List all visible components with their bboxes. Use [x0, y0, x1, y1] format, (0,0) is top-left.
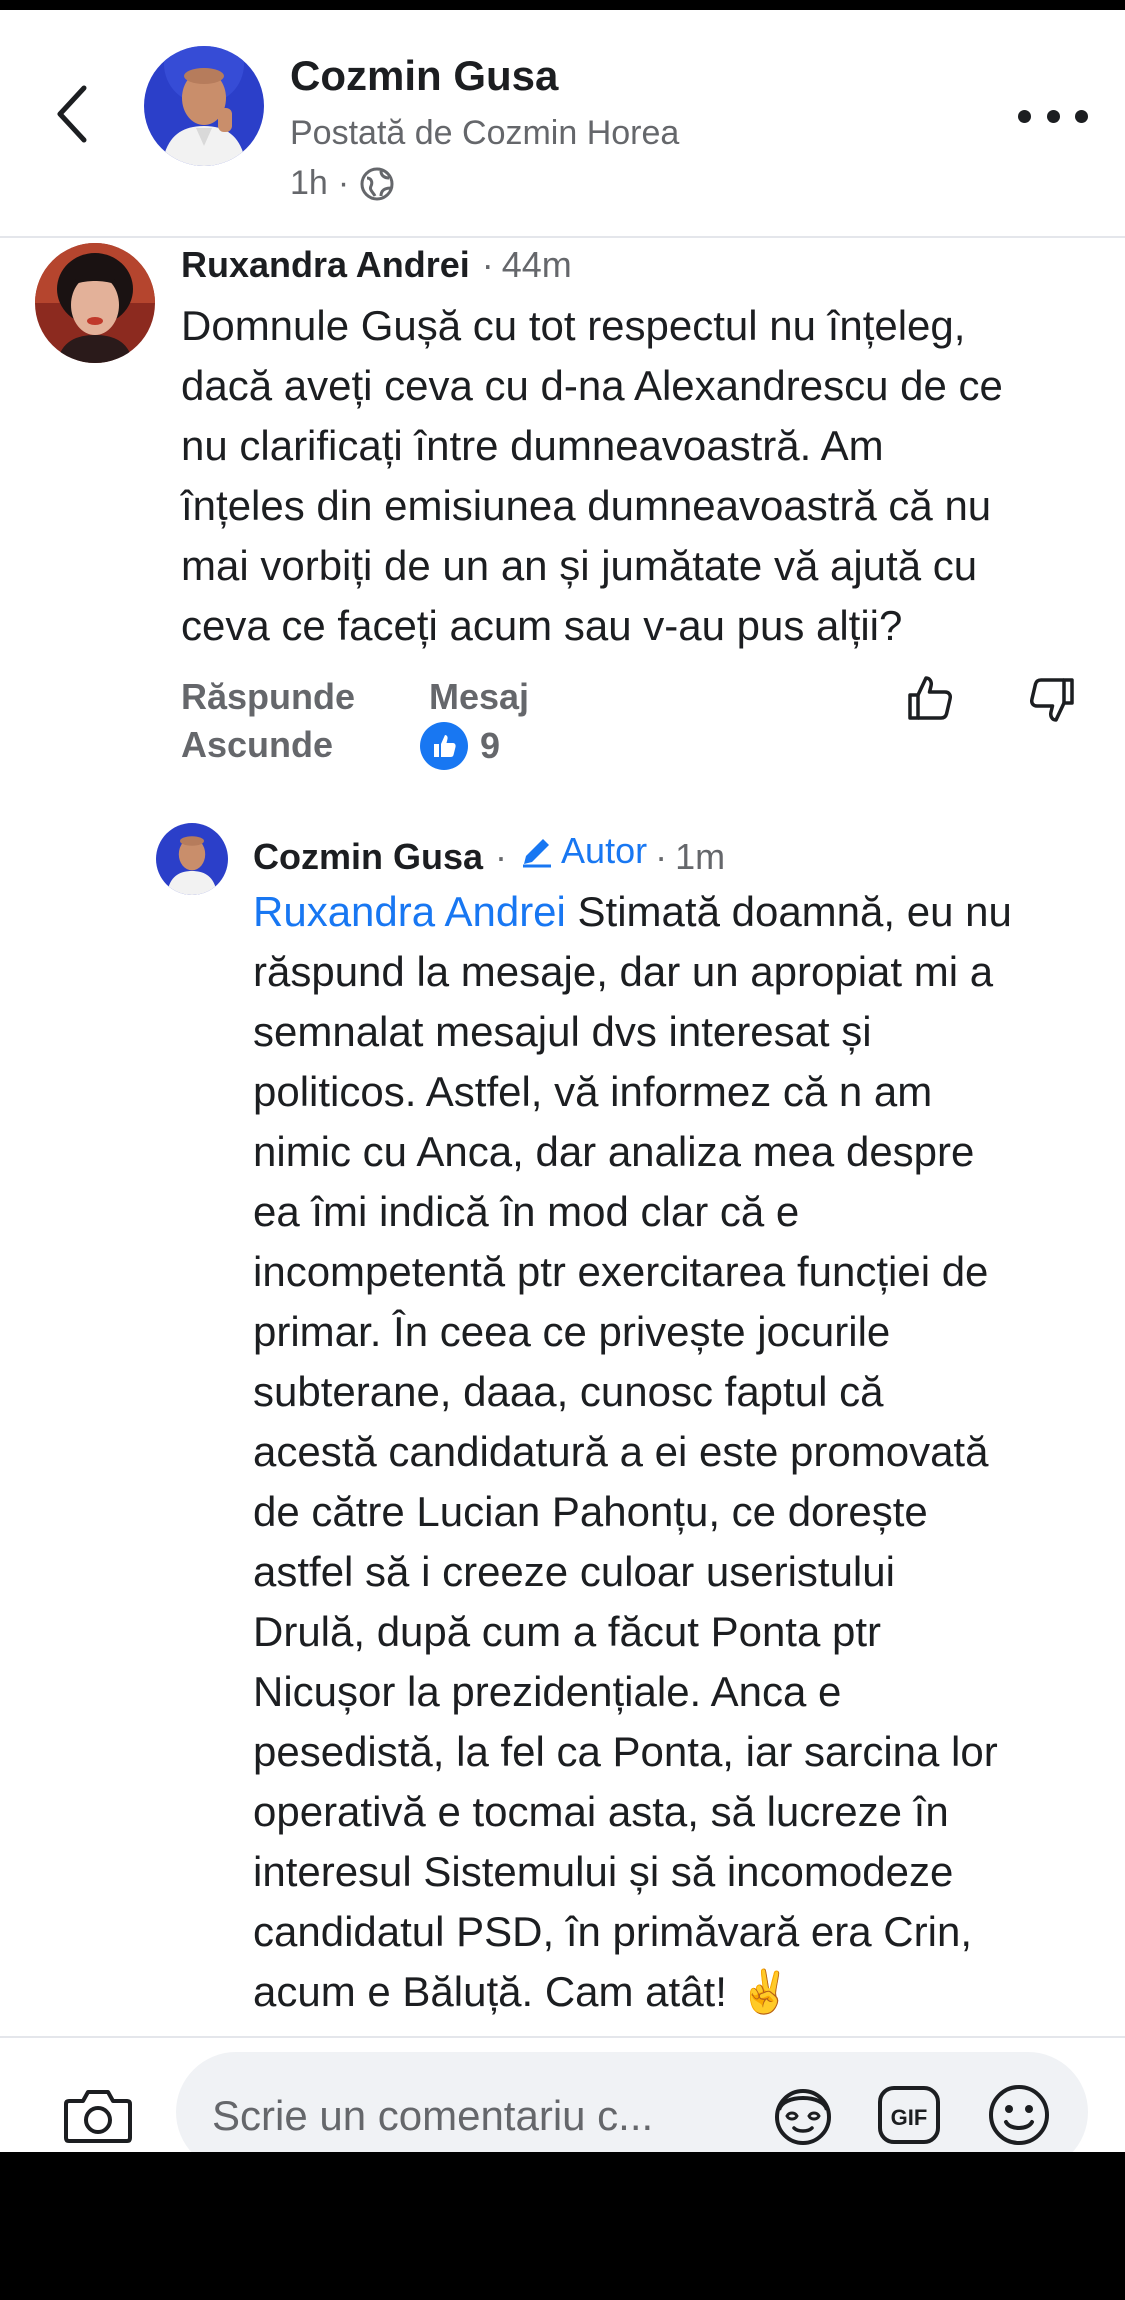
upvote-button[interactable]: [900, 668, 960, 728]
reply-text: Ruxandra Andrei Stimată doamnă, eu nu ră…: [253, 882, 1113, 2022]
meta-separator: ·: [481, 244, 494, 285]
post-author-name[interactable]: Cozmin Gusa: [290, 52, 558, 100]
thumbs-down-icon: [1030, 678, 1074, 722]
more-horizontal-icon: [1018, 109, 1031, 123]
comment-text: Domnule Gușă cu tot respectul nu înțeleg…: [181, 302, 1003, 649]
post-time: 1h: [290, 164, 328, 202]
avatar-sticker-icon: [775, 2089, 831, 2145]
camera-icon: [64, 2090, 132, 2143]
emoji-icon: [989, 2085, 1049, 2145]
post-author-avatar[interactable]: [144, 46, 264, 166]
reaction-summary[interactable]: 9: [420, 722, 500, 770]
reply-author-avatar[interactable]: [156, 823, 228, 895]
pencil-icon: [523, 839, 552, 868]
comment-author-name[interactable]: Ruxandra Andrei: [181, 244, 470, 286]
posted-by-label: Postată de Cozmin Horea: [290, 114, 680, 152]
comment-author-line: Ruxandra Andrei · 44m: [181, 244, 572, 286]
reply-author-name[interactable]: Cozmin Gusa: [253, 836, 483, 878]
post-meta: 1h ·: [290, 164, 395, 203]
reply-body: Stimată doamnă, eu nu răspund la mesaje,…: [253, 888, 1012, 2015]
comment-input[interactable]: [212, 2088, 732, 2144]
meta-separator: ·: [655, 836, 668, 877]
meta-separator: ·: [337, 164, 350, 202]
gif-icon: GIF: [878, 2086, 940, 2144]
mention-link[interactable]: Ruxandra Andrei: [253, 888, 566, 935]
more-options-button[interactable]: [1018, 96, 1088, 136]
like-reaction-icon: [420, 722, 468, 770]
author-badge-label: Autor: [561, 830, 648, 871]
message-button[interactable]: Mesaj: [429, 676, 529, 718]
post-header: Cozmin Gusa Postată de Cozmin Horea 1h ·: [0, 10, 1125, 238]
downvote-button[interactable]: [1022, 670, 1082, 730]
bottom-bar-band: [0, 2152, 1125, 2300]
svg-text:GIF: GIF: [891, 2105, 928, 2130]
avatar-sticker-button[interactable]: [768, 2080, 838, 2150]
comment-time: 44m: [501, 244, 572, 285]
emoji-button[interactable]: [984, 2080, 1054, 2150]
back-button[interactable]: [44, 76, 100, 152]
hide-button[interactable]: Ascunde: [181, 724, 333, 766]
reply-button[interactable]: Răspunde: [181, 676, 355, 718]
like-count: 9: [480, 725, 501, 766]
reply-time: 1m: [675, 836, 726, 877]
meta-separator: ·: [495, 836, 508, 877]
author-badge: Autor: [519, 830, 647, 872]
commenter-avatar[interactable]: [35, 243, 155, 363]
globe-icon: [360, 167, 394, 200]
chevron-left-icon: [57, 85, 87, 143]
composer-divider: [0, 2036, 1125, 2038]
camera-button[interactable]: [60, 2084, 136, 2148]
status-bar-band: [0, 0, 1125, 10]
gif-button[interactable]: GIF: [874, 2080, 944, 2150]
thumbs-up-icon: [908, 676, 952, 720]
header-divider: [0, 236, 1125, 238]
reply-author-line: Cozmin Gusa · Autor · 1m: [253, 830, 725, 878]
